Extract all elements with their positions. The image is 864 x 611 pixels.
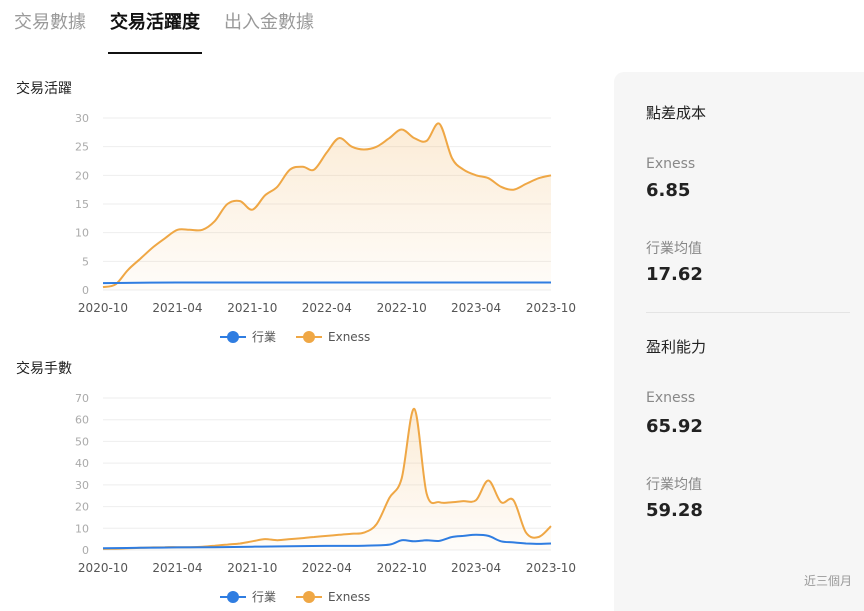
legend-swatch-industry [220,330,246,343]
legend-item-broker[interactable]: Exness [296,590,370,604]
volume-legend: 行業 Exness [220,588,370,605]
chart-title-activity: 交易活躍 [16,81,72,97]
legend-swatch-broker [296,590,323,603]
y-tick-label: 20 [75,501,89,514]
x-tick-label: 2021-04 [152,561,202,575]
x-tick-label: 2022-10 [377,301,427,315]
x-tick-label: 2021-10 [227,561,277,575]
period-note: 近三個月 [803,574,852,588]
profit-industry-value: 59.28 [646,500,703,521]
tab-trading-data[interactable]: 交易數據 [14,0,86,52]
profitability-title: 盈利能力 [646,338,707,356]
tab-bar: 交易數據 交易活躍度 出入金數據 [14,0,314,54]
x-tick-label: 2021-10 [227,301,277,315]
spread-broker-value: 6.85 [646,180,691,201]
x-tick-label: 2022-04 [302,301,352,315]
legend-item-industry[interactable]: 行業 [220,588,276,605]
profit-broker-value: 65.92 [646,416,703,437]
y-tick-label: 10 [75,227,89,240]
y-tick-label: 30 [75,112,89,125]
profit-industry-label: 行業均值 [646,477,702,493]
y-tick-label: 30 [75,479,89,492]
chart-title-volume: 交易手數 [16,361,72,377]
y-tick-label: 10 [75,522,89,535]
tab-deposit-withdrawal-data[interactable]: 出入金數據 [224,0,314,52]
y-tick-label: 15 [75,198,89,211]
legend-label-broker: Exness [328,329,371,344]
y-tick-label: 50 [75,435,89,448]
tab-trading-activity[interactable]: 交易活躍度 [108,0,202,54]
metrics-panel: 點差成本 Exness 6.85 行業均值 17.62 盈利能力 Exness … [614,72,864,611]
x-tick-label: 2022-04 [302,561,352,575]
legend-item-industry[interactable]: 行業 [220,328,276,345]
x-tick-label: 2023-04 [451,561,501,575]
x-tick-label: 2023-04 [451,301,501,315]
legend-item-broker[interactable]: Exness [296,330,370,344]
spread-cost-title: 點差成本 [646,104,707,122]
series-line-industry [102,281,551,285]
activity-legend: 行業 Exness [220,328,370,345]
y-tick-label: 0 [82,284,89,297]
x-tick-label: 2020-10 [78,561,128,575]
y-tick-label: 60 [75,414,89,427]
y-tick-label: 0 [82,544,89,557]
activity-chart: 0 5 10 15 20 25 30 2020-10 2021-04 2021-10 2022-04… [75,112,576,315]
series-area-broker [103,408,551,550]
legend-label-broker: Exness [328,589,371,604]
y-tick-label: 20 [75,169,89,182]
y-tick-label: 5 [82,255,89,268]
panel-divider [646,312,850,313]
y-tick-label: 40 [75,457,89,470]
spread-industry-value: 17.62 [646,264,703,285]
legend-swatch-industry [220,590,246,603]
x-tick-label: 2020-10 [78,301,128,315]
series-area-broker [103,123,551,291]
x-tick-label: 2022-10 [377,561,427,575]
legend-label-industry: 行業 [252,330,277,344]
spread-industry-label: 行業均值 [646,241,702,257]
profit-broker-label: Exness [646,390,696,406]
y-tick-label: 25 [75,141,89,154]
x-tick-label: 2021-04 [152,301,202,315]
x-tick-label: 2023-10 [526,301,576,315]
spread-broker-label: Exness [646,156,696,172]
volume-chart: 0 10 20 30 40 50 60 70 2020-10 2021-04 2021-10 2022… [75,392,576,575]
y-tick-label: 70 [75,392,89,405]
x-tick-label: 2023-10 [526,561,576,575]
legend-swatch-broker [296,330,323,343]
legend-label-industry: 行業 [252,590,277,604]
